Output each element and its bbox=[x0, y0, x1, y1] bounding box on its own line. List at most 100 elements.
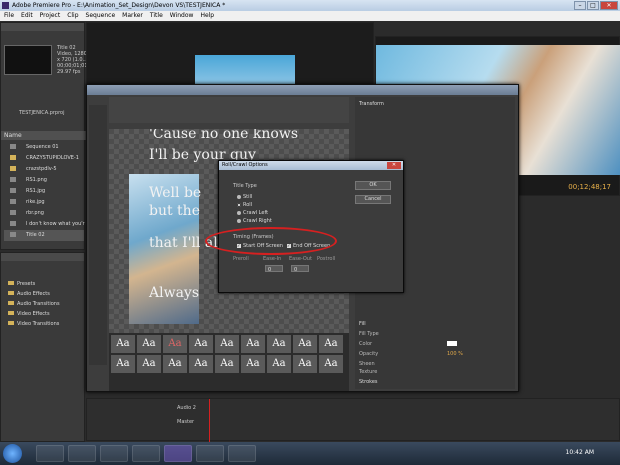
effects-folder-audio-effects[interactable]: Audio Effects bbox=[8, 291, 50, 297]
style-swatch[interactable]: Aa bbox=[163, 355, 187, 373]
ok-button[interactable]: OK bbox=[355, 181, 391, 190]
menu-title[interactable]: Title bbox=[150, 11, 163, 21]
maximize-button[interactable]: □ bbox=[587, 1, 599, 10]
ease-out-label: Ease-Out bbox=[289, 256, 312, 262]
style-swatch[interactable]: Aa bbox=[241, 355, 265, 373]
list-item[interactable]: Sequence 01 bbox=[4, 142, 59, 153]
list-item[interactable]: Title 02 bbox=[4, 230, 84, 241]
radio-crawl-right[interactable]: Crawl Right bbox=[237, 218, 272, 224]
timeline-panel: Audio 2 Master bbox=[86, 398, 620, 442]
image-file-icon bbox=[10, 188, 16, 193]
radio-icon bbox=[237, 218, 241, 223]
start-button[interactable] bbox=[3, 444, 22, 463]
clip-info-line: 00;00;01;01, 29.97 fps bbox=[57, 63, 90, 75]
style-swatch[interactable]: Aa bbox=[137, 335, 161, 353]
menu-project[interactable]: Project bbox=[40, 11, 61, 21]
effects-folder-video-transitions[interactable]: Video Transitions bbox=[8, 321, 59, 327]
transform-section[interactable]: Transform bbox=[359, 101, 509, 107]
ease-in-field[interactable]: 0 bbox=[265, 265, 283, 273]
style-swatch[interactable]: Aa bbox=[319, 335, 343, 353]
style-swatch[interactable]: Aa bbox=[215, 335, 239, 353]
sheen-row[interactable]: Sheen bbox=[359, 361, 509, 367]
color-swatch[interactable] bbox=[447, 341, 457, 346]
project-filename: TESTJENICA.prproj bbox=[19, 110, 65, 116]
project-panel-header bbox=[1, 23, 84, 31]
style-swatch[interactable]: Aa bbox=[293, 335, 317, 353]
title-type-label: Title Type bbox=[233, 183, 257, 189]
sequence-icon bbox=[10, 144, 16, 149]
menu-window[interactable]: Window bbox=[170, 11, 194, 21]
program-timecode[interactable]: 00;12;48;17 bbox=[568, 183, 611, 191]
color-label: Color bbox=[359, 341, 509, 347]
paint-icon[interactable] bbox=[228, 445, 256, 462]
radio-selected-icon bbox=[237, 202, 241, 207]
folder-icon bbox=[10, 155, 16, 160]
menu-sequence[interactable]: Sequence bbox=[86, 11, 116, 21]
roll-crawl-options-dialog: Roll/Crawl Options ✕ Title Type Still Ro… bbox=[218, 160, 404, 293]
effects-folder-presets[interactable]: Presets bbox=[8, 281, 35, 287]
style-swatch[interactable]: Aa bbox=[267, 335, 291, 353]
ease-out-field[interactable]: 0 bbox=[291, 265, 309, 273]
radio-icon bbox=[237, 210, 241, 215]
minimize-button[interactable]: – bbox=[574, 1, 586, 10]
style-swatch[interactable]: Aa bbox=[111, 355, 135, 373]
ie-icon[interactable] bbox=[36, 445, 64, 462]
radio-roll[interactable]: Roll bbox=[237, 202, 252, 208]
opacity-value[interactable]: 100 % bbox=[447, 351, 463, 357]
dialog-close-button[interactable]: ✕ bbox=[387, 162, 401, 169]
title-text-line[interactable]: 'Cause no one knows bbox=[149, 129, 298, 142]
list-item[interactable]: RS1.jpg bbox=[4, 186, 45, 197]
list-item[interactable]: I don't know what you'r bbox=[4, 219, 85, 230]
clip-info-line: Video, 1280 x 720 (1.0... bbox=[57, 51, 88, 63]
style-swatch[interactable]: Aa bbox=[267, 355, 291, 373]
annotation-circle bbox=[205, 227, 337, 255]
image-file-icon bbox=[10, 210, 16, 215]
name-column-header[interactable]: Name bbox=[1, 131, 86, 140]
fill-section[interactable]: Fill bbox=[359, 321, 509, 327]
explorer-icon[interactable] bbox=[68, 445, 96, 462]
playhead[interactable] bbox=[209, 399, 210, 442]
system-clock[interactable]: 10:42 AM bbox=[566, 449, 594, 456]
style-swatch[interactable]: Aa bbox=[215, 355, 239, 373]
style-swatch[interactable]: Aa bbox=[293, 355, 317, 373]
title-file-icon bbox=[10, 232, 16, 237]
list-item[interactable]: rike.jpg bbox=[4, 197, 45, 208]
title-text-line[interactable]: Well be bbox=[149, 185, 201, 201]
premiere-taskbar-icon[interactable] bbox=[164, 445, 192, 462]
close-button[interactable]: ✕ bbox=[600, 1, 618, 10]
radio-crawl-left[interactable]: Crawl Left bbox=[237, 210, 268, 216]
menu-marker[interactable]: Marker bbox=[122, 11, 143, 21]
menu-clip[interactable]: Clip bbox=[67, 11, 78, 21]
folder-icon bbox=[8, 321, 14, 325]
media-player-icon[interactable] bbox=[132, 445, 160, 462]
chrome-icon[interactable] bbox=[100, 445, 128, 462]
folder-icon bbox=[8, 281, 14, 285]
style-swatch[interactable]: Aa bbox=[163, 335, 187, 353]
list-item[interactable]: crazstpdlv-5 bbox=[4, 164, 57, 175]
style-swatch[interactable]: Aa bbox=[137, 355, 161, 373]
title-text-line[interactable]: but the bbox=[149, 203, 200, 219]
ease-in-label: Ease-In bbox=[263, 256, 282, 262]
texture-row[interactable]: Texture bbox=[359, 369, 509, 375]
postroll-label: Postroll bbox=[317, 256, 336, 262]
list-item[interactable]: rbr.png bbox=[4, 208, 44, 219]
image-file-icon bbox=[10, 199, 16, 204]
radio-still[interactable]: Still bbox=[237, 194, 252, 200]
menu-help[interactable]: Help bbox=[200, 11, 214, 21]
effects-folder-video-effects[interactable]: Video Effects bbox=[8, 311, 50, 317]
photoshop-icon[interactable] bbox=[196, 445, 224, 462]
style-swatch[interactable]: Aa bbox=[189, 355, 213, 373]
style-swatch[interactable]: Aa bbox=[189, 335, 213, 353]
style-swatch[interactable]: Aa bbox=[241, 335, 265, 353]
title-text-line[interactable]: Always bbox=[149, 285, 199, 301]
list-item[interactable]: CRAZYSTUPIDLOVE-1 bbox=[4, 153, 79, 164]
menu-file[interactable]: File bbox=[4, 11, 14, 21]
cancel-button[interactable]: Cancel bbox=[355, 195, 391, 204]
menu-edit[interactable]: Edit bbox=[21, 11, 33, 21]
list-item[interactable]: RS1.png bbox=[4, 175, 47, 186]
strokes-section[interactable]: Strokes bbox=[359, 379, 509, 385]
folder-icon bbox=[8, 291, 14, 295]
style-swatch[interactable]: Aa bbox=[319, 355, 343, 373]
effects-folder-audio-transitions[interactable]: Audio Transitions bbox=[8, 301, 60, 307]
style-swatch[interactable]: Aa bbox=[111, 335, 135, 353]
